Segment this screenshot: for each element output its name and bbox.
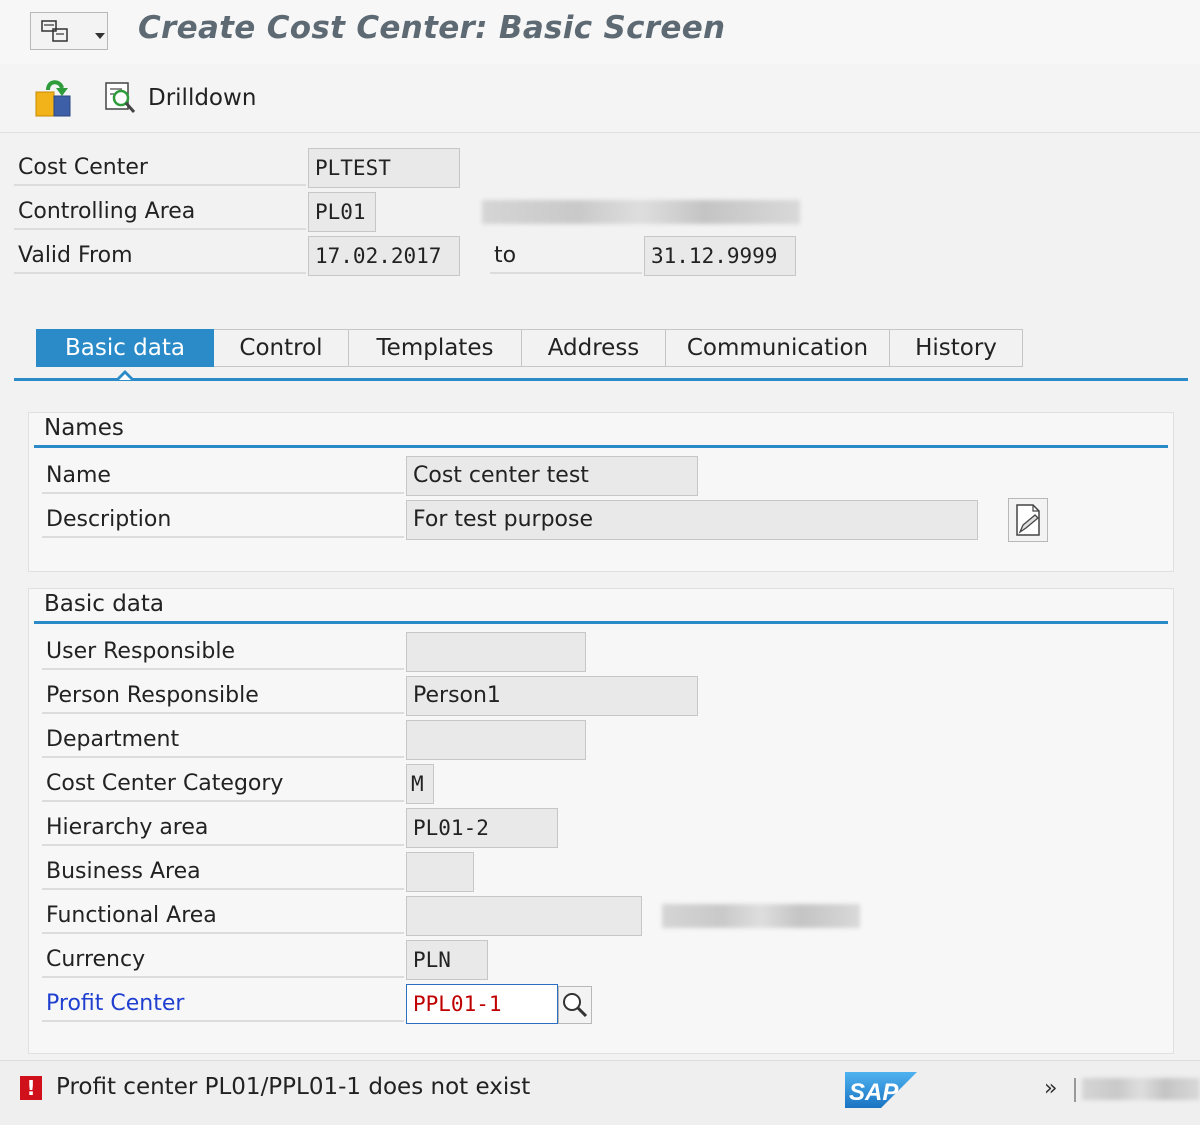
tab-communication[interactable]: Communication <box>666 329 890 367</box>
edit-document-icon <box>1016 504 1040 536</box>
system-info-blurred <box>1082 1078 1200 1100</box>
profit-center-label: Profit Center <box>42 986 404 1022</box>
user-responsible-field[interactable] <box>406 632 586 672</box>
currency-field[interactable]: PLN <box>406 940 488 980</box>
cost-center-field[interactable]: PLTEST <box>308 148 460 188</box>
valid-from-field[interactable]: 17.02.2017 <box>308 236 460 276</box>
profit-center-search-button[interactable] <box>558 986 592 1024</box>
drilldown-icon <box>105 82 136 113</box>
other-object-icon[interactable] <box>34 76 76 120</box>
functional-area-description <box>662 904 860 928</box>
system-menu-button[interactable] <box>30 12 108 50</box>
names-group-rule <box>34 445 1168 448</box>
hierarchy-area-label: Hierarchy area <box>42 810 404 846</box>
cost-center-category-label: Cost Center Category <box>42 766 404 802</box>
tab-control[interactable]: Control <box>214 329 349 367</box>
active-tab-indicator-inner <box>119 374 131 380</box>
tab-templates[interactable]: Templates <box>349 329 522 367</box>
functional-area-label: Functional Area <box>42 898 404 934</box>
controlling-area-label: Controlling Area <box>14 194 306 230</box>
controlling-area-field[interactable]: PL01 <box>308 192 376 232</box>
sap-logo: SAP <box>845 1072 917 1108</box>
name-field[interactable]: Cost center test <box>406 456 698 496</box>
person-responsible-label: Person Responsible <box>42 678 404 714</box>
department-label: Department <box>42 722 404 758</box>
description-field[interactable]: For test purpose <box>406 500 978 540</box>
valid-to-label: to <box>490 238 642 274</box>
functional-area-field[interactable] <box>406 896 642 936</box>
long-text-button[interactable] <box>1008 498 1048 542</box>
page-title: Create Cost Center: Basic Screen <box>138 10 726 46</box>
drilldown-label: Drilldown <box>148 85 257 111</box>
valid-to-field[interactable]: 31.12.9999 <box>644 236 796 276</box>
status-divider <box>1074 1078 1076 1102</box>
tab-basic-data[interactable]: Basic data <box>36 329 214 367</box>
basic-data-group-title: Basic data <box>44 591 165 617</box>
error-icon: ! <box>20 1076 42 1100</box>
user-responsible-label: User Responsible <box>42 634 404 670</box>
basic-data-group-rule <box>34 621 1168 624</box>
drilldown-button[interactable]: Drilldown <box>102 78 256 118</box>
tab-address[interactable]: Address <box>522 329 666 367</box>
valid-from-label: Valid From <box>14 238 306 274</box>
tab-strip: Basic data Control Templates Address Com… <box>36 329 1023 367</box>
menu-icon <box>41 20 68 42</box>
cost-center-category-field[interactable]: M <box>406 764 434 804</box>
dropdown-triangle-icon <box>95 33 105 39</box>
names-group-title: Names <box>44 415 124 441</box>
tab-history[interactable]: History <box>890 329 1023 367</box>
person-responsible-field[interactable]: Person1 <box>406 676 698 716</box>
controlling-area-description <box>482 200 800 224</box>
department-field[interactable] <box>406 720 586 760</box>
sap-logo-text: SAP <box>849 1079 899 1106</box>
profit-center-field[interactable]: PPL01-1 <box>406 984 558 1024</box>
expand-status-icon[interactable]: » <box>1044 1076 1057 1101</box>
search-icon <box>563 993 588 1018</box>
tab-underline <box>14 378 1188 381</box>
description-label: Description <box>42 502 404 538</box>
name-label: Name <box>42 458 404 494</box>
status-message[interactable]: Profit center PL01/PPL01-1 does not exis… <box>56 1074 530 1100</box>
business-area-field[interactable] <box>406 852 474 892</box>
currency-label: Currency <box>42 942 404 978</box>
cost-center-label: Cost Center <box>14 150 306 186</box>
business-area-label: Business Area <box>42 854 404 890</box>
hierarchy-area-field[interactable]: PL01-2 <box>406 808 558 848</box>
